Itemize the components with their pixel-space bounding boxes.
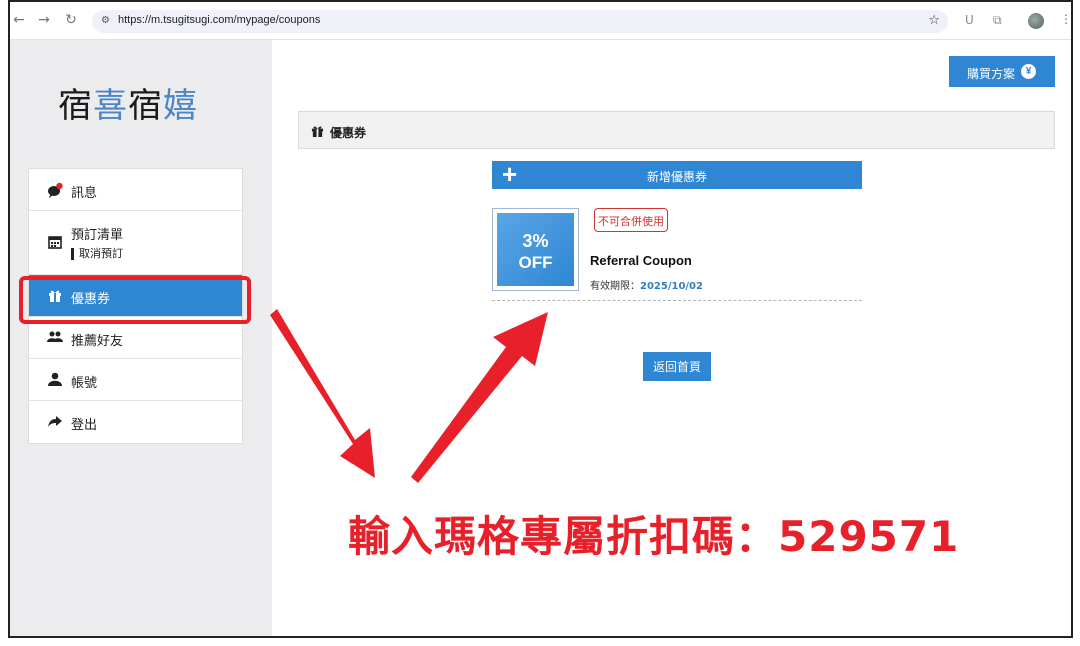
gift-icon (311, 124, 324, 140)
page-title: 優惠券 (330, 126, 367, 140)
reload-icon[interactable]: ↻ (62, 11, 80, 29)
sidebar-item-reservations[interactable]: 預訂清單 取消預訂 (29, 211, 242, 275)
calendar-icon (47, 235, 63, 251)
sidebar-item-label: 登出 (71, 418, 98, 433)
sidebar-item-messages[interactable]: 訊息 (29, 169, 242, 211)
add-coupon-button[interactable]: + 新增優惠券 (492, 160, 862, 189)
forward-icon[interactable]: → (35, 11, 53, 29)
back-to-home-button[interactable]: 返回首頁 (643, 352, 711, 381)
browser-toolbar: ← → ↻ ⚙ https://m.tsugitsugi.com/mypage/… (10, 2, 1071, 40)
sidebar-item-label: 訊息 (71, 186, 98, 201)
promo-code-annotation: 輸入瑪格專屬折扣碼：529571 (348, 512, 960, 561)
validity-date: 2025/10/02 (640, 281, 703, 292)
extension-u-icon[interactable]: U (965, 13, 974, 27)
sidebar-item-label: 推薦好友 (71, 334, 124, 349)
coupons-section-header: 優惠券 (298, 111, 1055, 149)
user-icon (47, 372, 63, 388)
sidebar: 宿喜宿嬉 訊息 預訂清單 取消預訂 優惠券 推薦好友 帳號 登出 (10, 40, 272, 636)
discount-percent: 3% (522, 231, 549, 251)
address-bar[interactable]: ⚙ https://m.tsugitsugi.com/mypage/coupon… (92, 10, 948, 33)
sidebar-subitem-cancel-reservation[interactable]: 取消預訂 (71, 248, 123, 260)
chat-bubble-icon (47, 182, 63, 198)
url-text[interactable]: https://m.tsugitsugi.com/mypage/coupons (118, 14, 320, 26)
extensions-puzzle-icon[interactable]: ⧉ (993, 13, 1002, 28)
profile-avatar[interactable] (1028, 13, 1044, 29)
sidebar-item-account[interactable]: 帳號 (29, 359, 242, 401)
no-combine-tag: 不可合併使用 (594, 208, 668, 232)
coupon-validity: 有效期限：2025/10/02 (590, 281, 703, 292)
users-icon (47, 330, 63, 346)
discount-off: OFF (518, 253, 553, 272)
browser-menu-icon[interactable]: ⋮ (1060, 12, 1071, 26)
buy-plan-button[interactable]: 購買方案 ¥ (949, 56, 1055, 87)
coupon-discount-badge: 3% OFF (492, 208, 579, 291)
yen-icon: ¥ (1021, 64, 1036, 79)
coupon-card: 3% OFF 不可合併使用 Referral Coupon 有效期限：2025/… (492, 206, 862, 301)
annotation-highlight-box (19, 276, 251, 324)
sidebar-item-logout[interactable]: 登出 (29, 401, 242, 443)
site-settings-icon[interactable]: ⚙ (101, 15, 110, 26)
site-logo[interactable]: 宿喜宿嬉 (58, 78, 198, 127)
sidebar-item-label: 帳號 (71, 376, 98, 391)
sidebar-item-label: 預訂清單 (71, 228, 124, 243)
share-arrow-icon (47, 414, 63, 430)
back-icon[interactable]: ← (10, 11, 28, 29)
bookmark-star-icon[interactable]: ☆ (928, 13, 940, 28)
coupon-name: Referral Coupon (590, 253, 692, 268)
